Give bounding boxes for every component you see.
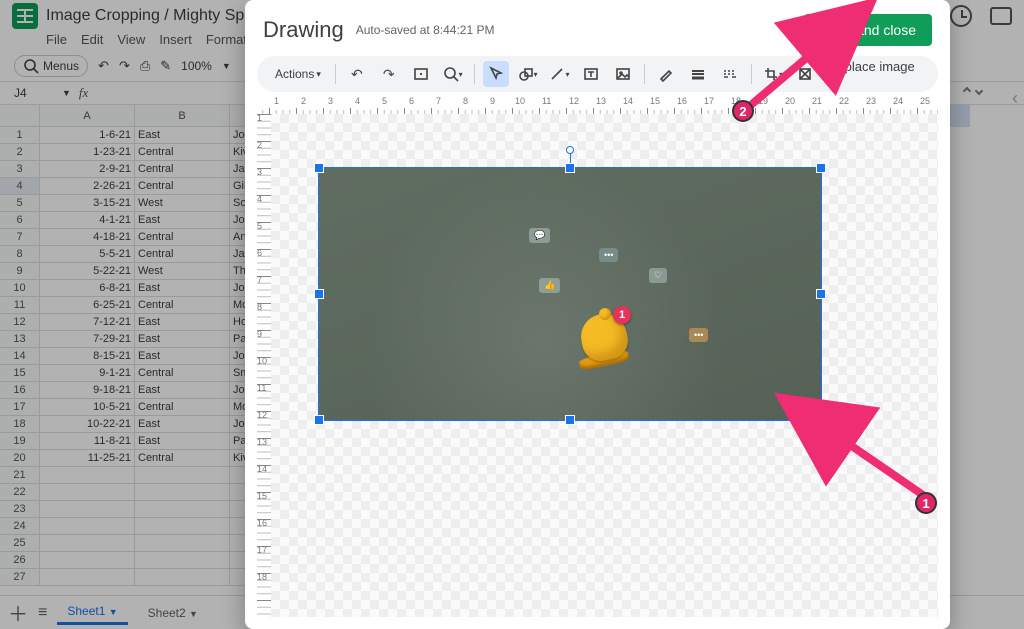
- image-tool-icon[interactable]: [610, 61, 636, 87]
- redo-icon[interactable]: ↷: [376, 61, 402, 87]
- resize-handle[interactable]: [566, 164, 574, 172]
- ruler-horizontal: 1234567891011121314151617181920212223242…: [257, 96, 938, 114]
- resize-handle[interactable]: [566, 416, 574, 424]
- drawing-toolbar: Actions▾ ↶ ↷ ▾ ▾ ▾ ▾ Replace image ▾: [257, 56, 938, 92]
- actions-menu[interactable]: Actions▾: [269, 65, 327, 83]
- textbox-tool-icon[interactable]: [578, 61, 604, 87]
- zoom-to-fit-icon[interactable]: [408, 61, 434, 87]
- rotate-handle[interactable]: [566, 146, 574, 154]
- replace-image-button[interactable]: Replace image ▾: [824, 59, 926, 89]
- side-panel-toggle-icon[interactable]: ‹: [1012, 88, 1018, 109]
- resize-handle[interactable]: [817, 164, 825, 172]
- border-color-icon[interactable]: [653, 61, 679, 87]
- save-and-close-button[interactable]: Save and close: [804, 14, 932, 46]
- ruler-vertical: 123456789101112131415161718: [257, 114, 271, 617]
- crop-icon[interactable]: ▾: [760, 61, 786, 87]
- shape-tool-icon[interactable]: ▾: [515, 61, 541, 87]
- zoom-icon[interactable]: ▾: [440, 61, 466, 87]
- bell-badge: 1: [613, 306, 631, 324]
- resize-handle[interactable]: [817, 416, 825, 424]
- resize-handle[interactable]: [315, 416, 323, 424]
- annotation-marker-1: 1: [915, 492, 937, 514]
- resize-handle[interactable]: [315, 290, 323, 298]
- border-dash-icon[interactable]: [717, 61, 743, 87]
- drawing-canvas[interactable]: 💬 ••• ♡ ••• 👍 1: [271, 114, 938, 617]
- mask-reset-icon[interactable]: [792, 61, 818, 87]
- undo-icon[interactable]: ↶: [344, 61, 370, 87]
- autosave-status: Auto-saved at 8:44:21 PM: [356, 23, 495, 37]
- like-bubble-icon: ♡: [649, 268, 667, 283]
- dots-bubble-icon: •••: [599, 248, 618, 262]
- border-weight-icon[interactable]: [685, 61, 711, 87]
- dots-bubble-icon: •••: [689, 328, 708, 342]
- bell-icon: 1: [577, 308, 633, 370]
- resize-handle[interactable]: [315, 164, 323, 172]
- selected-image[interactable]: 💬 ••• ♡ ••• 👍 1: [319, 168, 821, 420]
- dialog-title: Drawing: [263, 17, 344, 43]
- chat-bubble-icon: 💬: [529, 228, 550, 243]
- line-tool-icon[interactable]: ▾: [547, 61, 573, 87]
- drawing-dialog: Drawing Auto-saved at 8:44:21 PM Save an…: [245, 0, 950, 629]
- annotation-marker-2: 2: [732, 100, 754, 122]
- like-bubble-icon: 👍: [539, 278, 560, 293]
- resize-handle[interactable]: [817, 290, 825, 298]
- select-tool-icon[interactable]: [483, 61, 509, 87]
